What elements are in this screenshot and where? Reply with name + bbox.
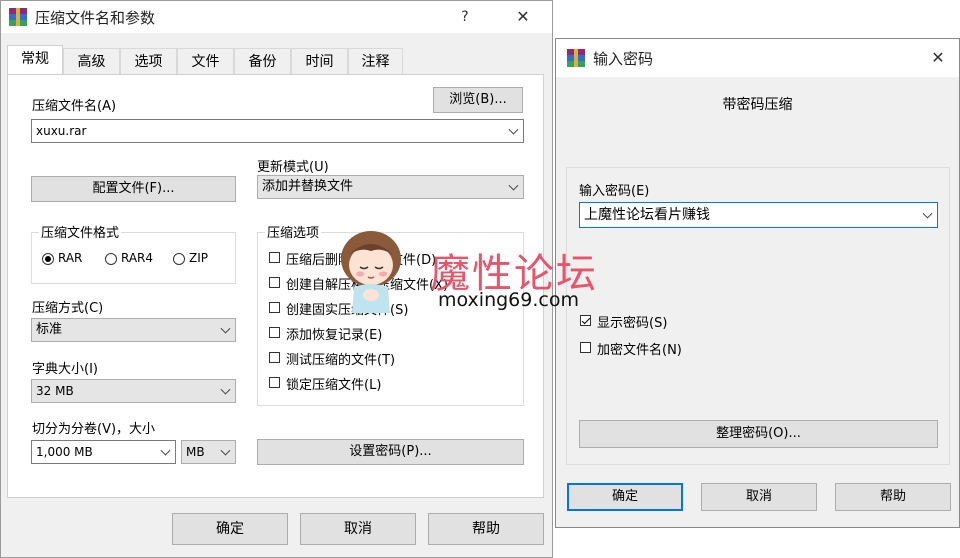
password-cancel-button[interactable]: 取消 <box>701 483 817 511</box>
winrar-icon <box>9 8 27 26</box>
chevron-down-icon[interactable] <box>508 180 519 191</box>
tab-backup[interactable]: 备份 <box>234 48 291 74</box>
cancel-button[interactable]: 取消 <box>300 513 416 545</box>
tab-general[interactable]: 常规 <box>7 45 63 75</box>
archive-name-input[interactable]: xuxu.rar <box>31 119 524 143</box>
option-solid-checkbox[interactable] <box>269 302 280 313</box>
update-mode-value: 添加并替换文件 <box>262 179 354 194</box>
format-zip-label[interactable]: ZIP <box>189 251 208 265</box>
password-label: 输入密码(E) <box>579 184 650 199</box>
format-rar-label[interactable]: RAR <box>58 251 82 265</box>
close-icon[interactable]: ✕ <box>509 5 537 29</box>
dict-size-select[interactable]: 32 MB <box>31 379 236 403</box>
chevron-down-icon[interactable] <box>220 323 231 334</box>
help-button[interactable]: 帮助 <box>428 513 544 545</box>
close-icon[interactable]: ✕ <box>924 46 952 70</box>
chevron-down-icon[interactable] <box>508 124 519 135</box>
tab-options[interactable]: 选项 <box>120 48 177 74</box>
tab-time[interactable]: 时间 <box>291 48 348 74</box>
format-rar4-label[interactable]: RAR4 <box>121 251 153 265</box>
watermark-url: moxing69.com <box>438 289 579 311</box>
encrypt-names-label[interactable]: 加密文件名(N) <box>597 339 682 358</box>
organize-passwords-button[interactable]: 整理密码(O)... <box>579 420 938 448</box>
password-ok-button[interactable]: 确定 <box>567 483 683 511</box>
tab-comment[interactable]: 注释 <box>348 48 403 74</box>
option-recovery-label[interactable]: 添加恢复记录(E) <box>286 324 382 343</box>
split-label: 切分为分卷(V)，大小 <box>32 422 156 437</box>
option-lock-checkbox[interactable] <box>269 377 280 388</box>
password-value: 上魔性论坛看片赚钱 <box>584 207 710 223</box>
password-dialog-subtitle: 带密码压缩 <box>722 97 793 113</box>
option-test-checkbox[interactable] <box>269 352 280 363</box>
format-zip-radio[interactable] <box>173 253 185 265</box>
tab-files[interactable]: 文件 <box>177 48 234 74</box>
archive-name-label: 压缩文件名(A) <box>32 99 117 114</box>
chevron-down-icon[interactable] <box>220 384 231 395</box>
split-size-input[interactable]: 1,000 MB <box>31 440 176 464</box>
option-test-label[interactable]: 测试压缩的文件(T) <box>286 349 395 368</box>
method-label: 压缩方式(C) <box>32 301 104 316</box>
format-group-label: 压缩文件格式 <box>39 222 122 241</box>
encrypt-names-checkbox[interactable] <box>580 342 591 353</box>
options-group-label: 压缩选项 <box>265 222 322 241</box>
ok-button[interactable]: 确定 <box>172 513 288 545</box>
archive-name-value: xuxu.rar <box>36 124 87 138</box>
browse-button[interactable]: 浏览(B)... <box>433 87 523 113</box>
option-sfx-checkbox[interactable] <box>269 277 280 288</box>
password-help-button[interactable]: 帮助 <box>835 483 951 511</box>
split-size-value: 1,000 MB <box>36 445 93 459</box>
option-recovery-checkbox[interactable] <box>269 327 280 338</box>
update-mode-select[interactable]: 添加并替换文件 <box>257 175 524 199</box>
password-dialog-titlebar: 输入密码 ✕ <box>556 39 959 77</box>
watermark: 魔性论坛 moxing69.com <box>330 225 620 325</box>
chevron-down-icon[interactable] <box>220 445 231 456</box>
help-icon[interactable]: ? <box>451 5 479 29</box>
cartoon-girl-icon <box>341 231 401 313</box>
chevron-down-icon[interactable] <box>922 208 933 219</box>
method-value: 标准 <box>36 322 63 337</box>
option-lock-label[interactable]: 锁定压缩文件(L) <box>286 374 381 393</box>
chevron-down-icon[interactable] <box>160 445 171 456</box>
method-select[interactable]: 标准 <box>31 318 236 342</box>
format-rar4-radio[interactable] <box>105 253 117 265</box>
password-dialog-title: 输入密码 <box>593 50 654 68</box>
dict-size-value: 32 MB <box>36 384 74 398</box>
set-password-button[interactable]: 设置密码(P)... <box>257 439 524 465</box>
archive-dialog-title: 压缩文件名和参数 <box>35 9 156 27</box>
dict-size-label: 字典大小(I) <box>32 362 98 377</box>
archive-dialog-titlebar: 压缩文件名和参数 ? ✕ <box>1 1 552 33</box>
option-delete-checkbox[interactable] <box>269 252 280 263</box>
winrar-icon <box>567 49 585 67</box>
profiles-button[interactable]: 配置文件(F)... <box>31 176 236 202</box>
split-unit-select[interactable]: MB <box>181 440 236 464</box>
split-unit-value: MB <box>186 445 205 459</box>
format-rar-radio[interactable] <box>42 253 54 265</box>
password-input[interactable]: 上魔性论坛看片赚钱 <box>579 202 938 228</box>
tab-advanced[interactable]: 高级 <box>63 48 120 74</box>
update-mode-label: 更新模式(U) <box>257 160 329 175</box>
